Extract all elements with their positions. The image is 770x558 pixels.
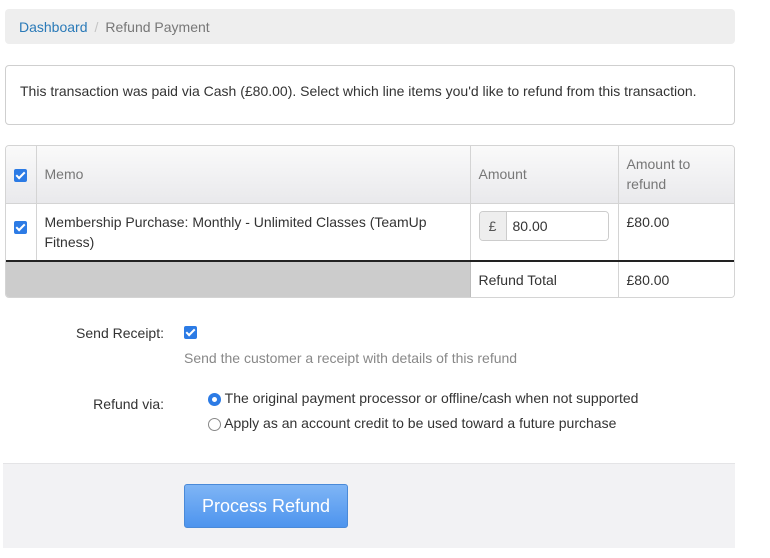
refund-option-original[interactable]: The original payment processor or offlin… [208, 390, 638, 406]
refund-via-label: Refund via: [93, 396, 164, 412]
currency-addon: £ [479, 211, 507, 240]
radio-original-processor[interactable] [208, 392, 221, 406]
table-header-row: Memo Amount Amount to refund [6, 146, 734, 204]
row-amount-cell: £ [470, 203, 619, 262]
row-memo: Membership Purchase: Monthly - Unlimited… [36, 203, 471, 262]
refund-option-original-label: The original payment processor or offlin… [224, 390, 639, 406]
column-header-memo: Memo [36, 146, 471, 204]
transaction-notice: This transaction was paid via Cash (£80.… [5, 65, 735, 125]
breadcrumb-separator: / [94, 18, 99, 35]
refund-total-label: Refund Total [470, 260, 619, 297]
select-all-checkbox[interactable] [14, 169, 28, 183]
refund-total-value: £80.00 [618, 260, 734, 297]
refund-option-credit[interactable]: Apply as an account credit to be used to… [208, 415, 616, 431]
refund-via-row: Refund via: The original payment process… [0, 389, 735, 439]
send-receipt-label: Send Receipt: [76, 325, 164, 341]
breadcrumb: Dashboard / Refund Payment [5, 9, 735, 44]
table-row: Membership Purchase: Monthly - Unlimited… [6, 203, 734, 262]
form-actions: Process Refund [3, 463, 735, 548]
send-receipt-checkbox[interactable] [184, 326, 197, 339]
breadcrumb-dashboard-link[interactable]: Dashboard [19, 19, 88, 35]
row-amount-to-refund: £80.00 [618, 203, 734, 262]
total-row: Refund Total £80.00 [6, 260, 734, 297]
amount-input-group: £ [478, 210, 609, 241]
breadcrumb-current: Refund Payment [105, 18, 210, 35]
amount-input[interactable] [506, 211, 608, 240]
radio-account-credit[interactable] [208, 417, 221, 431]
row-checkbox[interactable] [14, 221, 28, 235]
process-refund-button[interactable]: Process Refund [184, 484, 348, 528]
line-items-table: Memo Amount Amount to refund Membership … [5, 145, 735, 298]
transaction-notice-text: This transaction was paid via Cash (£80.… [20, 83, 697, 99]
refund-option-credit-label: Apply as an account credit to be used to… [224, 415, 617, 431]
send-receipt-help: Send the customer a receipt with details… [184, 350, 518, 366]
send-receipt-row: Send Receipt: Send the customer a receip… [0, 323, 735, 373]
row-select-cell [6, 203, 37, 262]
total-spacer [6, 260, 471, 297]
select-all-cell [6, 146, 37, 204]
column-header-amount: Amount [470, 146, 619, 204]
column-header-amount-to-refund: Amount to refund [618, 146, 734, 204]
